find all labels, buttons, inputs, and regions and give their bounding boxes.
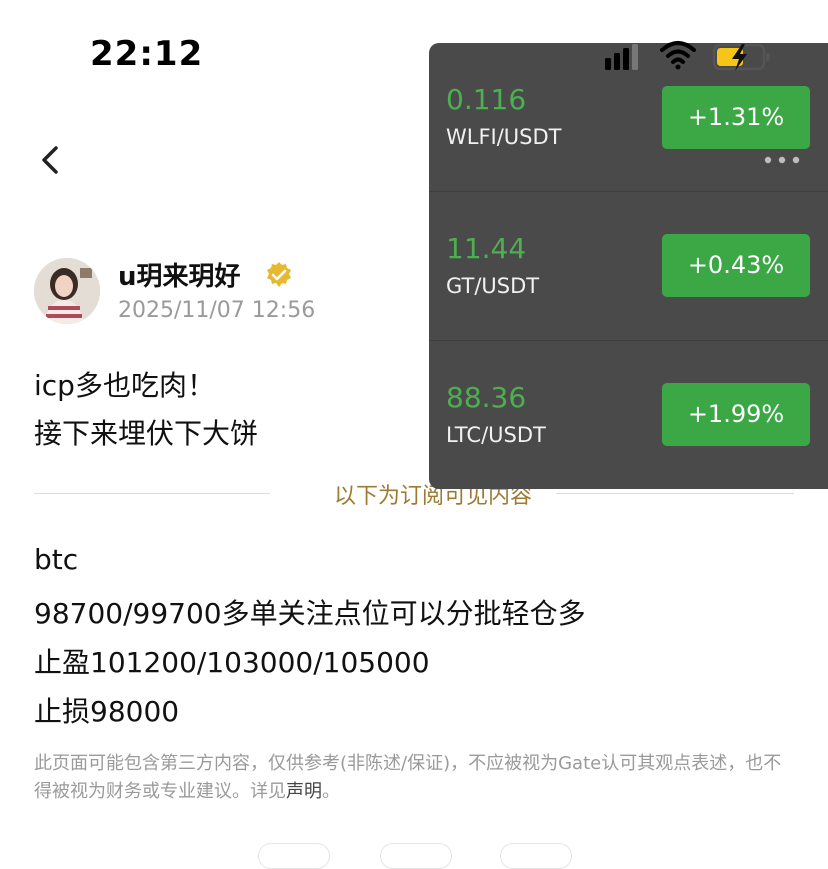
- ticker-pair: WLFI/USDT: [446, 125, 562, 149]
- subscriber-text-line: 止盈101200/103000/105000: [34, 646, 430, 679]
- action-button[interactable]: [258, 843, 330, 869]
- post-text-line: 接下来埋伏下大饼: [34, 417, 259, 450]
- battery-charging-icon: [712, 43, 770, 71]
- disclaimer-text: 此页面可能包含第三方内容，仅供参考(非陈述/保证)，不应被视为Gate认可其观点…: [34, 753, 782, 802]
- subscriber-text-line: 止损98000: [34, 695, 180, 728]
- ticker-price: 88.36: [446, 381, 527, 414]
- subscriber-text-line: 98700/99700多单关注点位可以分批轻仓多: [34, 597, 586, 630]
- action-button[interactable]: [380, 843, 452, 869]
- more-dots-icon[interactable]: [763, 155, 803, 165]
- ticker-row[interactable]: 88.36 LTC/USDT +1.99%: [429, 341, 828, 489]
- chevron-left-icon: [42, 146, 58, 174]
- author-name[interactable]: u玥来玥好: [118, 256, 241, 293]
- wifi-icon: [660, 41, 696, 70]
- cellular-signal-icon: [605, 44, 638, 70]
- ticker-price: 11.44: [446, 232, 527, 265]
- ticker-change-button[interactable]: +1.99%: [662, 383, 810, 446]
- action-button[interactable]: [500, 843, 572, 869]
- divider-line-left: [34, 493, 270, 494]
- ticker-change-button[interactable]: +1.31%: [662, 86, 810, 149]
- avatar[interactable]: [34, 258, 100, 324]
- disclaimer-link[interactable]: 声明: [286, 781, 322, 802]
- disclaimer-end: 。: [322, 781, 340, 802]
- post-time: 2025/11/07 12:56: [118, 298, 316, 323]
- avatar-image: [34, 258, 100, 324]
- subscriber-text-line: btc: [34, 543, 79, 576]
- back-button[interactable]: [34, 140, 70, 180]
- disclaimer: 此页面可能包含第三方内容，仅供参考(非陈述/保证)，不应被视为Gate认可其观点…: [34, 750, 794, 806]
- ticker-change-button[interactable]: +0.43%: [662, 234, 810, 297]
- price-ticker-overlay[interactable]: 0.116 WLFI/USDT +1.31% 11.44 GT/USDT +0.…: [429, 43, 828, 489]
- post-text-line: icp多也吃肉！: [34, 369, 215, 402]
- verified-badge-icon: [267, 262, 291, 287]
- ticker-pair: GT/USDT: [446, 274, 540, 298]
- divider-line-right: [556, 493, 794, 494]
- status-time: 22:12: [90, 34, 204, 74]
- ticker-price: 0.116: [446, 83, 527, 116]
- ticker-pair: LTC/USDT: [446, 423, 546, 447]
- ticker-row[interactable]: 11.44 GT/USDT +0.43%: [429, 192, 828, 340]
